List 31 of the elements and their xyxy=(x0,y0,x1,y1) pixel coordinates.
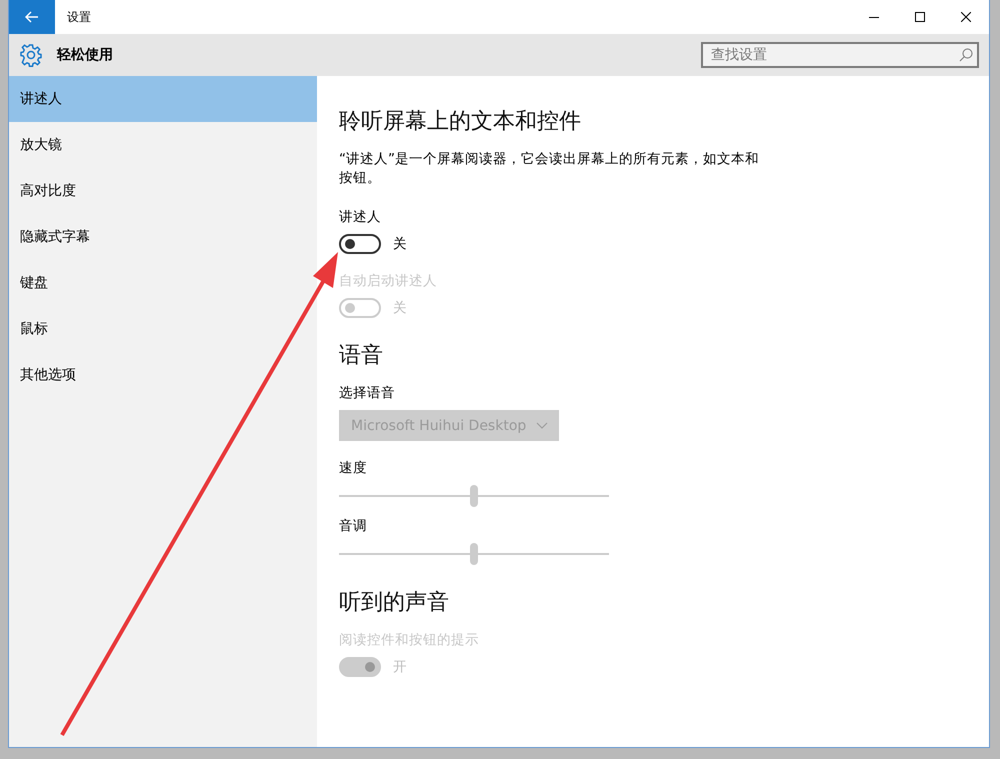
chevron-down-icon xyxy=(536,422,548,429)
sidebar-item[interactable]: 讲述人 xyxy=(9,76,317,122)
settings-icon xyxy=(19,43,43,67)
search-icon xyxy=(959,48,973,62)
section-heading: 语音 xyxy=(339,342,384,370)
description-text: “讲述人”是一个屏幕阅读器，它会读出屏幕上的所有元素，如文本和按钮。 xyxy=(339,150,760,188)
setting-label: 音调 xyxy=(339,517,368,535)
section-heading: 听到的声音 xyxy=(339,589,450,617)
window-title: 设置 xyxy=(67,8,92,26)
page-title: 轻松使用 xyxy=(57,46,114,64)
section-heading: 聆听屏幕上的文本和控件 xyxy=(339,108,582,136)
setting-label: 选择语音 xyxy=(339,384,396,402)
maximize-icon xyxy=(915,12,925,22)
setting-label: 自动启动讲述人 xyxy=(339,272,438,290)
sidebar-item[interactable]: 其他选项 xyxy=(9,352,317,398)
setting-label: 讲述人 xyxy=(339,208,382,226)
sidebar-item[interactable]: 高对比度 xyxy=(9,168,317,214)
setting-label: 阅读控件和按钮的提示 xyxy=(339,631,480,649)
sidebar-item[interactable]: 放大镜 xyxy=(9,122,317,168)
toggle-state: 关 xyxy=(393,299,407,317)
back-arrow-icon xyxy=(25,11,39,23)
search-field[interactable]: 查找设置 xyxy=(701,42,979,68)
back-button[interactable] xyxy=(9,0,55,34)
close-icon xyxy=(961,12,971,22)
setting-label: 速度 xyxy=(339,459,368,477)
toggle-state: 关 xyxy=(393,235,407,253)
sidebar-item[interactable]: 隐藏式字幕 xyxy=(9,214,317,260)
sidebar-item[interactable]: 鼠标 xyxy=(9,306,317,352)
sidebar-item[interactable]: 键盘 xyxy=(9,260,317,306)
toggle-state: 开 xyxy=(393,658,407,676)
toggle-switch[interactable] xyxy=(339,234,381,254)
